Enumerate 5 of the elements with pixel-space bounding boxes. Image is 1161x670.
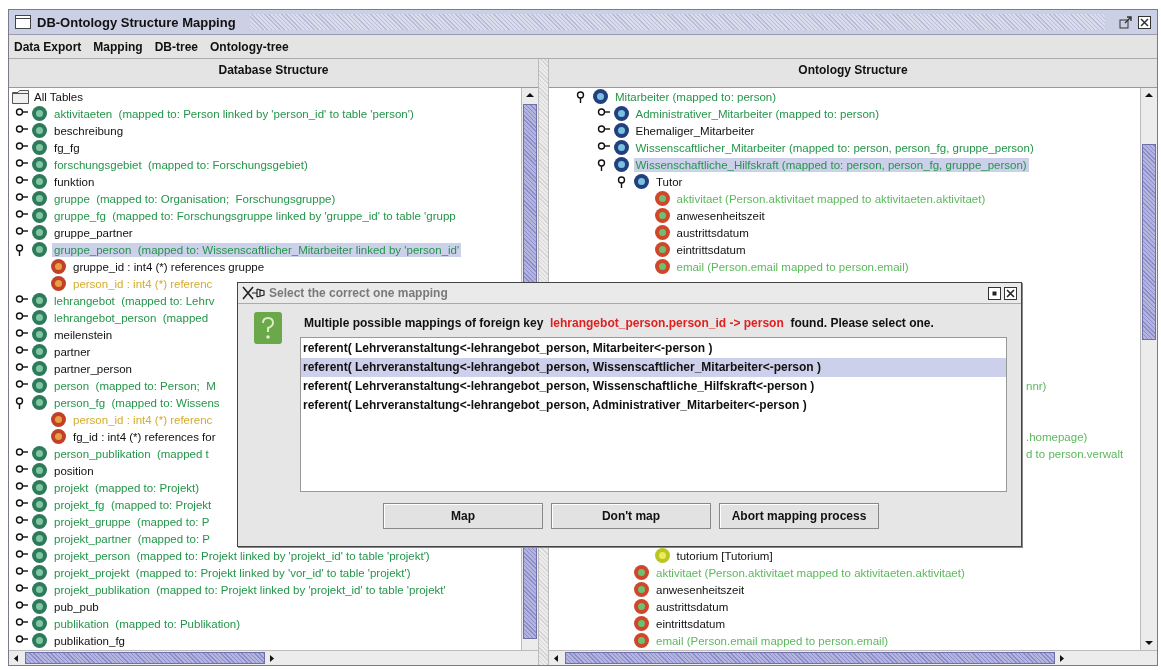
dialog-title: Select the correct one mapping xyxy=(269,286,449,300)
window-title: DB-Ontology Structure Mapping xyxy=(37,14,236,30)
dialog-message: Multiple possible mappings of foreign key lehrangebot_person.person_id -> person found. Please select one. xyxy=(304,316,935,332)
panel-heading: Database Structure xyxy=(9,59,538,88)
panel-heading: Ontology Structure xyxy=(549,59,1157,88)
